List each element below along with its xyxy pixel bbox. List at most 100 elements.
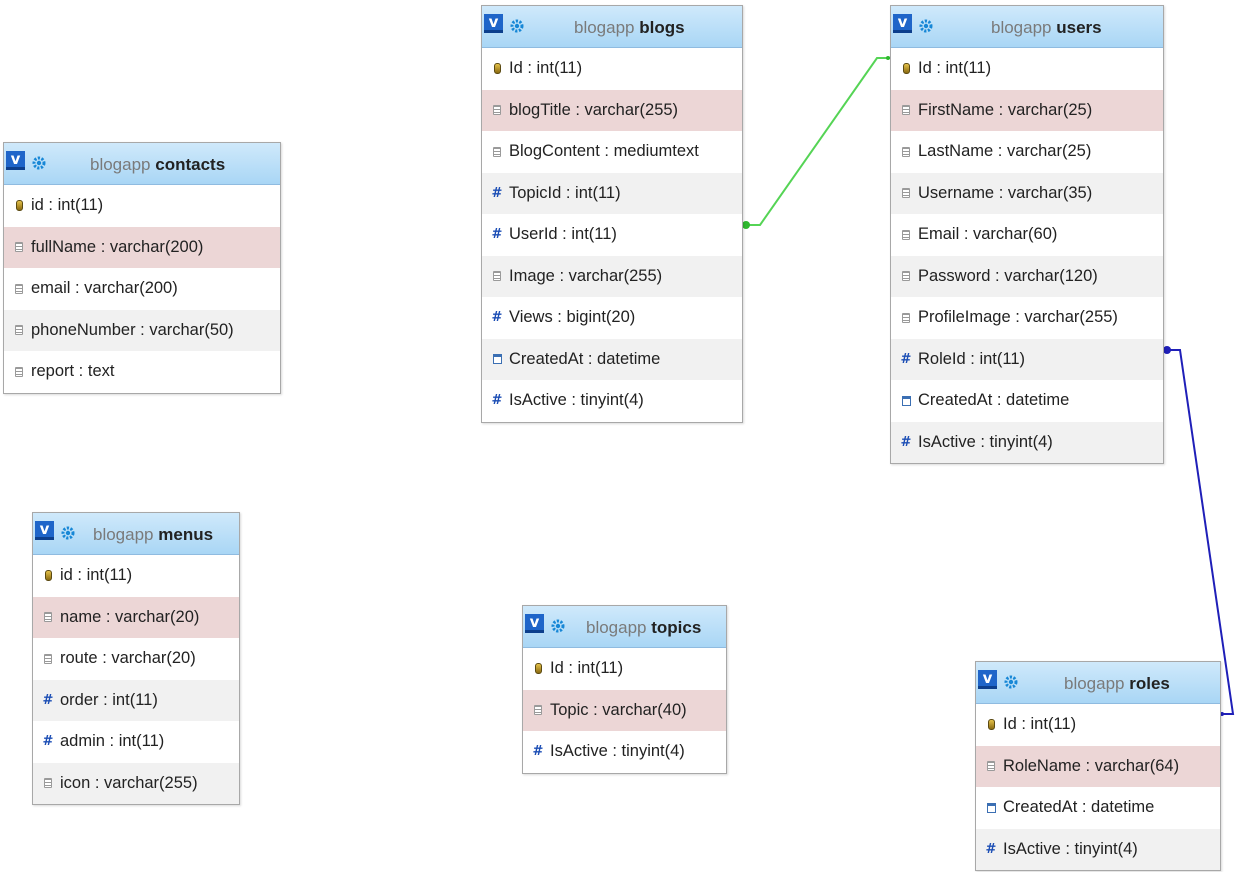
column-row[interactable]: fullName : varchar(200)	[4, 226, 280, 268]
text-icon	[11, 242, 27, 253]
gear-icon[interactable]	[551, 619, 565, 633]
key-icon	[11, 200, 27, 212]
relation-end-dot	[742, 221, 750, 229]
key-icon	[983, 719, 999, 731]
date-icon	[898, 395, 914, 406]
gear-icon[interactable]	[510, 19, 524, 33]
column-label: Id : int(11)	[918, 59, 992, 78]
column-row[interactable]: BlogContent : mediumtext	[482, 131, 742, 173]
table-name: roles	[1129, 674, 1170, 693]
toggle-columns-button[interactable]: v	[978, 670, 997, 689]
column-row[interactable]: # Views : bigint(20)	[482, 297, 742, 339]
toggle-columns-button[interactable]: v	[6, 151, 25, 170]
table-users[interactable]: v blogapp users Id : int(11) FirstName : …	[890, 5, 1164, 464]
column-label: CreatedAt : datetime	[509, 349, 661, 368]
column-row[interactable]: Image : varchar(255)	[482, 255, 742, 297]
column-row[interactable]: Username : varchar(35)	[891, 172, 1163, 214]
column-row[interactable]: # IsActive : tinyint(4)	[976, 828, 1220, 870]
column-row[interactable]: Id : int(11)	[523, 648, 726, 690]
table-header[interactable]: v blogapp menus	[33, 513, 239, 555]
toggle-columns-button[interactable]: v	[484, 14, 503, 33]
column-row[interactable]: name : varchar(20)	[33, 596, 239, 638]
toggle-columns-button[interactable]: v	[35, 521, 54, 540]
column-row[interactable]: Id : int(11)	[891, 48, 1163, 90]
column-row[interactable]: FirstName : varchar(25)	[891, 89, 1163, 131]
column-row[interactable]: # UserId : int(11)	[482, 214, 742, 256]
column-row[interactable]: CreatedAt : datetime	[891, 380, 1163, 422]
column-label: Views : bigint(20)	[509, 308, 636, 327]
table-columns: Id : int(11) RoleName : varchar(64) Create…	[976, 704, 1220, 870]
column-row[interactable]: Email : varchar(60)	[891, 214, 1163, 256]
table-roles[interactable]: v blogapp roles Id : int(11) RoleName : v…	[975, 661, 1221, 871]
column-row[interactable]: # RoleId : int(11)	[891, 338, 1163, 380]
toggle-columns-button[interactable]: v	[525, 614, 544, 633]
column-label: CreatedAt : datetime	[918, 391, 1070, 410]
table-header[interactable]: v blogapp contacts	[4, 143, 280, 185]
column-row[interactable]: CreatedAt : datetime	[976, 787, 1220, 829]
table-name: users	[1056, 18, 1102, 37]
column-label: email : varchar(200)	[31, 279, 178, 298]
column-row[interactable]: # order : int(11)	[33, 679, 239, 721]
text-icon	[898, 188, 914, 199]
table-contacts[interactable]: v blogapp contacts id : int(11) fullName …	[3, 142, 281, 394]
table-name: topics	[651, 618, 702, 637]
relation-end-dot	[1163, 346, 1171, 354]
column-label: FirstName : varchar(25)	[918, 100, 1093, 119]
column-row[interactable]: route : varchar(20)	[33, 638, 239, 680]
date-icon	[983, 802, 999, 813]
column-row[interactable]: report : text	[4, 351, 280, 393]
column-row[interactable]: # IsActive : tinyint(4)	[523, 731, 726, 773]
number-icon: #	[532, 744, 544, 760]
column-row[interactable]: ProfileImage : varchar(255)	[891, 297, 1163, 339]
text-icon	[40, 612, 56, 623]
table-columns: id : int(11) name : varchar(20) route : va…	[33, 555, 239, 804]
column-label: BlogContent : mediumtext	[509, 142, 699, 161]
number-icon: #	[900, 351, 912, 367]
table-menus[interactable]: v blogapp menus id : int(11) name : varch…	[32, 512, 240, 805]
column-label: ProfileImage : varchar(255)	[918, 308, 1118, 327]
column-label: IsActive : tinyint(4)	[550, 742, 685, 761]
table-header[interactable]: v blogapp blogs	[482, 6, 742, 48]
key-icon	[898, 63, 914, 75]
table-header[interactable]: v blogapp users	[891, 6, 1163, 48]
gear-icon[interactable]	[61, 526, 75, 540]
gear-icon[interactable]	[919, 19, 933, 33]
column-row[interactable]: icon : varchar(255)	[33, 762, 239, 804]
database-name: blogapp	[93, 525, 154, 544]
table-title: blogapp users	[991, 18, 1102, 38]
column-row[interactable]: RoleName : varchar(64)	[976, 745, 1220, 787]
toggle-columns-button[interactable]: v	[893, 14, 912, 33]
column-row[interactable]: # IsActive : tinyint(4)	[891, 421, 1163, 463]
table-columns: Id : int(11) blogTitle : varchar(255) Blog…	[482, 48, 742, 422]
column-label: Id : int(11)	[550, 659, 624, 678]
column-row[interactable]: CreatedAt : datetime	[482, 338, 742, 380]
text-icon	[530, 705, 546, 716]
column-label: Email : varchar(60)	[918, 225, 1058, 244]
table-header[interactable]: v blogapp topics	[523, 606, 726, 648]
key-icon	[530, 663, 546, 675]
column-row[interactable]: LastName : varchar(25)	[891, 131, 1163, 173]
column-row[interactable]: Topic : varchar(40)	[523, 689, 726, 731]
database-name: blogapp	[991, 18, 1052, 37]
database-name: blogapp	[586, 618, 647, 637]
gear-icon[interactable]	[32, 156, 46, 170]
column-row[interactable]: email : varchar(200)	[4, 268, 280, 310]
column-row[interactable]: id : int(11)	[33, 555, 239, 597]
column-row[interactable]: # admin : int(11)	[33, 721, 239, 763]
table-header[interactable]: v blogapp roles	[976, 662, 1220, 704]
text-icon	[983, 761, 999, 772]
column-row[interactable]: # IsActive : tinyint(4)	[482, 380, 742, 422]
key-icon	[40, 570, 56, 582]
column-row[interactable]: # TopicId : int(11)	[482, 172, 742, 214]
gear-icon[interactable]	[1004, 675, 1018, 689]
column-row[interactable]: id : int(11)	[4, 185, 280, 227]
column-label: RoleName : varchar(64)	[1003, 756, 1180, 775]
table-topics[interactable]: v blogapp topics Id : int(11) Topic : var…	[522, 605, 727, 774]
table-blogs[interactable]: v blogapp blogs Id : int(11) blogTitle : …	[481, 5, 743, 423]
column-row[interactable]: Id : int(11)	[482, 48, 742, 90]
column-row[interactable]: phoneNumber : varchar(50)	[4, 309, 280, 351]
column-row[interactable]: blogTitle : varchar(255)	[482, 89, 742, 131]
column-row[interactable]: Id : int(11)	[976, 704, 1220, 746]
table-name: menus	[158, 525, 214, 544]
column-row[interactable]: Password : varchar(120)	[891, 255, 1163, 297]
